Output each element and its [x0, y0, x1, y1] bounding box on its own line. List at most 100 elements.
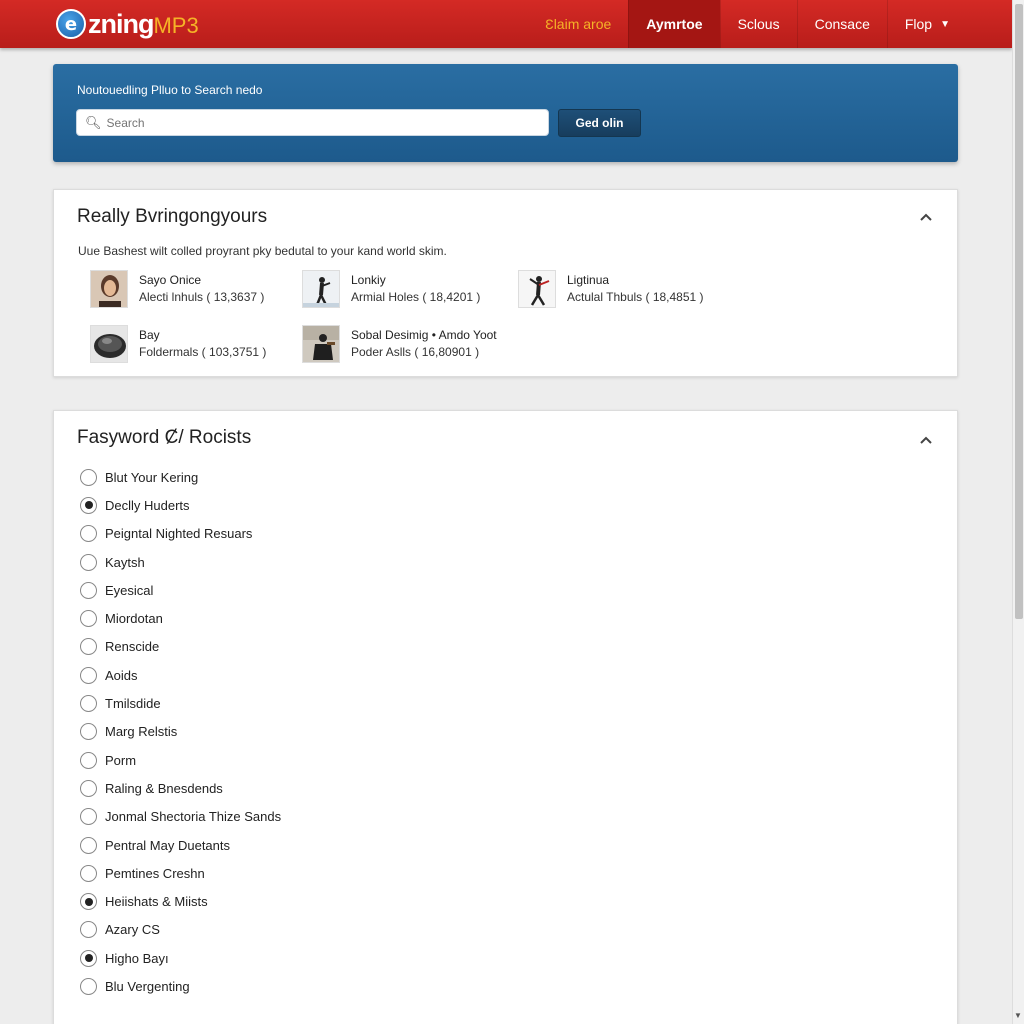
- filter-option-label: Porm: [105, 752, 137, 768]
- artist-item[interactable]: Sobal Desimig • Amdo Yoot Poder Aslls ( …: [302, 325, 497, 363]
- page-scrollbar[interactable]: ▼: [1012, 0, 1024, 1024]
- artist-name: Bay: [139, 328, 160, 342]
- radio-button[interactable]: [80, 977, 97, 995]
- filter-option-label: Miordotan: [105, 611, 163, 627]
- logo-icon: e: [56, 9, 86, 39]
- filter-option-label: Peigntal Nighted Resuars: [105, 526, 253, 542]
- search-icon: 🔍︎: [85, 114, 102, 130]
- featured-card-title: Really Bvringongyours: [77, 206, 268, 227]
- filter-option[interactable]: Tmilsdide: [80, 689, 281, 717]
- filter-option-label: Marg Relstis: [105, 724, 178, 740]
- main-nav: Ɛlaim aroe Aymrtoe Sclous Consace Flop ▼: [525, 0, 1012, 48]
- nav-item-4[interactable]: Consace: [796, 0, 887, 48]
- filter-options-list: Blut Your Kering Declly Huderts Peigntal N…: [80, 463, 281, 1001]
- radio-button[interactable]: [80, 949, 97, 967]
- artist-photo: [90, 270, 128, 308]
- filter-option[interactable]: Peigntal Nighted Resuars: [80, 520, 281, 548]
- radio-button[interactable]: [80, 779, 97, 797]
- artist-item[interactable]: Sayo Onice Alecti lnhuls ( 13,3637 ): [90, 270, 264, 308]
- artist-detail: Actulal Thbuls ( 18,4851 ): [567, 290, 704, 304]
- filter-option-label: Blut Your Kering: [105, 469, 199, 485]
- artist-name: Sobal Desimig • Amdo Yoot: [351, 328, 497, 342]
- filter-option[interactable]: Blu Vergenting: [80, 972, 281, 1000]
- filter-option[interactable]: Kaytsh: [80, 548, 281, 576]
- radio-button[interactable]: [80, 808, 97, 826]
- artist-detail: Foldermals ( 103,3751 ): [139, 345, 267, 359]
- radio-button[interactable]: [80, 525, 97, 543]
- scroll-down-arrow-icon[interactable]: ▼: [1014, 1011, 1022, 1020]
- artist-name: Ligtinua: [567, 273, 610, 287]
- artist-name: Lonkiy: [351, 273, 386, 287]
- radio-button[interactable]: [80, 638, 97, 656]
- filter-option[interactable]: Miordotan: [80, 604, 281, 632]
- artist-detail: Armial Holes ( 18,4201 ): [351, 290, 481, 304]
- filter-option[interactable]: Azary CS: [80, 916, 281, 944]
- filter-card-title: Fasyword Ȼ/ Rocists: [77, 427, 252, 448]
- filter-option[interactable]: Aoids: [80, 661, 281, 689]
- radio-button[interactable]: [80, 893, 97, 911]
- filter-option[interactable]: Blut Your Kering: [80, 463, 281, 491]
- filter-option[interactable]: Renscide: [80, 633, 281, 661]
- filter-option[interactable]: Heiishats & Miists: [80, 887, 281, 915]
- filter-option-label: Pemtines Creshn: [105, 865, 205, 881]
- filter-option[interactable]: Eyesical: [80, 576, 281, 604]
- radio-button[interactable]: [80, 553, 97, 571]
- filter-option[interactable]: Declly Huderts: [80, 491, 281, 519]
- logo-text: zningMP3: [88, 9, 199, 40]
- radio-button[interactable]: [80, 836, 97, 854]
- radio-button[interactable]: [80, 666, 97, 684]
- filter-option[interactable]: Higho Bayı: [80, 944, 281, 972]
- artist-item[interactable]: Lonkiy Armial Holes ( 18,4201 ): [302, 270, 480, 308]
- radio-button[interactable]: [80, 581, 97, 599]
- artist-name: Sayo Onice: [139, 273, 202, 287]
- search-box[interactable]: 🔍︎: [76, 109, 549, 136]
- filter-option-label: Azary CS: [105, 922, 160, 938]
- nav-item-5-dropdown[interactable]: Flop ▼: [886, 0, 1012, 48]
- top-navbar: e zningMP3 Ɛlaim aroe Aymrtoe Sclous Con…: [0, 0, 1012, 48]
- artist-photo: [518, 270, 556, 308]
- filter-option[interactable]: Marg Relstis: [80, 718, 281, 746]
- filter-option-label: Higho Bayı: [105, 950, 169, 966]
- radio-button[interactable]: [80, 921, 97, 939]
- artist-item[interactable]: Ligtinua Actulal Thbuls ( 18,4851 ): [518, 270, 704, 308]
- radio-button[interactable]: [80, 723, 97, 741]
- chevron-up-icon[interactable]: [919, 210, 933, 224]
- artist-photo: [302, 325, 340, 363]
- filter-option-label: Kaytsh: [105, 554, 145, 570]
- nav-item-3[interactable]: Sclous: [719, 0, 797, 48]
- caret-down-icon: ▼: [940, 18, 950, 30]
- filter-option-label: Tmilsdide: [105, 696, 161, 712]
- filter-option-label: Aoids: [105, 667, 138, 683]
- search-panel-title: Noutouedling Plluo to Search nedo: [77, 83, 263, 97]
- radio-button[interactable]: [80, 468, 97, 486]
- nav-item-2[interactable]: Aymrtoe: [628, 0, 720, 48]
- nav-item-1[interactable]: Ɛlaim aroe: [525, 0, 628, 48]
- search-button[interactable]: Ged olin: [558, 109, 641, 137]
- search-input[interactable]: [106, 115, 537, 130]
- artist-detail: Alecti lnhuls ( 13,3637 ): [139, 290, 265, 304]
- radio-button[interactable]: [80, 751, 97, 769]
- logo-suffix: MP3: [153, 12, 199, 38]
- filter-option[interactable]: Pentral May Duetants: [80, 831, 281, 859]
- scrollbar-thumb[interactable]: [1015, 4, 1023, 619]
- site-logo[interactable]: e zningMP3: [56, 7, 199, 41]
- filter-option-label: Renscide: [105, 639, 160, 655]
- filter-option[interactable]: Pemtines Creshn: [80, 859, 281, 887]
- filter-card: Fasyword Ȼ/ Rocists Blut Your Kering Decl…: [53, 410, 958, 1024]
- filter-option-label: Eyesical: [105, 582, 154, 598]
- filter-option[interactable]: Raling & Bnesdends: [80, 774, 281, 802]
- featured-artists-card: Really Bvringongyours Uue Bashest wilt c…: [53, 189, 958, 377]
- search-panel: Noutouedling Plluo to Search nedo 🔍︎ Ged…: [53, 64, 958, 162]
- filter-option[interactable]: Jonmal Shectoria Thize Sands: [80, 803, 281, 831]
- artist-photo: [302, 270, 340, 308]
- logo-name: zning: [88, 8, 154, 39]
- filter-option-label: Blu Vergenting: [105, 978, 190, 994]
- artist-item[interactable]: Bay Foldermals ( 103,3751 ): [90, 325, 266, 363]
- artist-photo: [90, 325, 128, 363]
- radio-button[interactable]: [80, 695, 97, 713]
- radio-button[interactable]: [80, 496, 97, 514]
- chevron-up-icon[interactable]: [919, 433, 933, 447]
- radio-button[interactable]: [80, 864, 97, 882]
- filter-option[interactable]: Porm: [80, 746, 281, 774]
- radio-button[interactable]: [80, 610, 97, 628]
